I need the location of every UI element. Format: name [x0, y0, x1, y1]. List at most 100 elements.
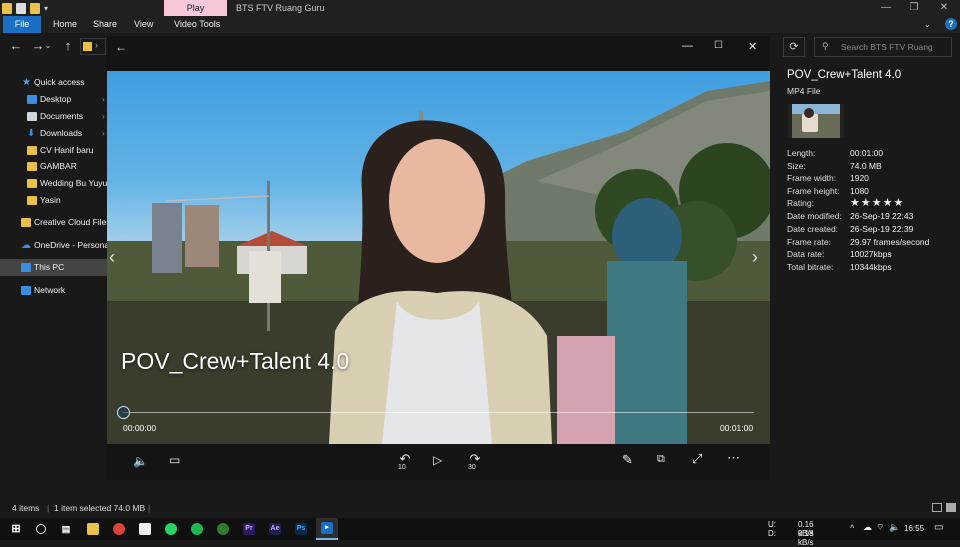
folder-icon	[27, 146, 37, 155]
sidebar-item-quick-access[interactable]: ★ Quick access	[0, 74, 107, 91]
video-overlay-title: POV_Crew+Talent 4.0	[121, 348, 350, 374]
details-file-type: MP4 File	[787, 86, 821, 96]
pc-icon	[21, 263, 31, 272]
explorer-window-title: BTS FTV Ruang Guru	[236, 3, 325, 13]
tab-video-tools[interactable]: Video Tools	[164, 16, 230, 33]
detail-row-frame-width: Frame width: 1920	[787, 173, 869, 183]
detail-row-rating[interactable]: Rating: ★★★★★	[787, 197, 957, 210]
show-hidden-icons-icon[interactable]: ^	[850, 523, 854, 533]
sidebar-item-onedrive[interactable]: ☁ OneDrive - Personal	[0, 237, 107, 254]
skip-forward-seconds: 30	[468, 464, 476, 471]
after-effects-icon[interactable]: Ae	[264, 518, 286, 540]
whatsapp-icon[interactable]	[160, 518, 182, 540]
sidebar-item-yasin[interactable]: Yasin	[0, 192, 107, 209]
breadcrumb-chevron-icon: ›	[95, 40, 98, 50]
photoshop-icon[interactable]: Ps	[290, 518, 312, 540]
player-close-icon[interactable]: ✕	[748, 40, 757, 53]
status-bar: 4 items | 1 item selected 74.0 MB |	[0, 498, 960, 518]
properties-icon[interactable]	[16, 2, 26, 14]
expand-ribbon-icon[interactable]: ⌄	[924, 20, 931, 29]
sidebar-item-gambar[interactable]: GAMBAR	[0, 158, 107, 175]
detail-row-frame-rate: Frame rate: 29.97 frames/second	[787, 237, 930, 247]
wifi-icon[interactable]: ⌔	[876, 522, 884, 533]
player-controls: 🔈 ▭ ↶ 10 ▷ ↷ 30 ✎ ⧉ ⤢ ⋯	[107, 444, 770, 480]
detail-row-length: Length: 00:01:00	[787, 148, 884, 158]
player-minimize-icon[interactable]: —	[682, 40, 693, 52]
up-arrow-icon[interactable]: ↑	[60, 37, 76, 55]
store-icon[interactable]	[134, 518, 156, 540]
qat-dropdown-icon[interactable]: ▾	[44, 4, 48, 13]
player-back-icon[interactable]: ←	[115, 40, 127, 54]
close-icon[interactable]: ✕	[930, 0, 958, 16]
sidebar-item-cv-hanif-baru[interactable]: CV Hanif baru	[0, 142, 107, 159]
video-player-window: ← — ☐ ✕ ‹ › POV_Crew+Talent 4.0 00:00:00…	[107, 36, 770, 480]
recent-locations-icon[interactable]: ⌄	[44, 37, 52, 55]
sidebar-item-downloads[interactable]: ⬇ Downloads ›	[0, 125, 107, 142]
mini-view-icon[interactable]: ⧉	[657, 453, 665, 466]
premiere-pro-icon[interactable]: Pr	[238, 518, 260, 540]
details-view-icon[interactable]	[932, 503, 942, 512]
creative-cloud-icon	[21, 218, 31, 227]
refresh-button[interactable]: ⟳	[783, 37, 805, 57]
next-arrow-icon[interactable]: ›	[752, 247, 758, 268]
status-divider: |	[148, 503, 151, 513]
clock-time[interactable]: 16:55	[904, 524, 924, 533]
cloud-sync-icon[interactable]: ☁	[863, 522, 872, 533]
detail-row-data-rate: Data rate: 10027kbps	[787, 249, 892, 259]
tab-view[interactable]: View	[124, 16, 163, 33]
spotify-icon[interactable]	[186, 518, 208, 540]
back-arrow-icon[interactable]: ←	[8, 37, 24, 55]
details-file-name: POV_Crew+Talent 4.0	[787, 69, 902, 81]
status-item-count: 4 items	[12, 503, 40, 513]
restore-icon[interactable]: ❐	[900, 0, 928, 16]
folder-icon	[27, 179, 37, 188]
desktop-icon	[27, 95, 37, 104]
video-thumbnail	[788, 104, 844, 138]
play-icon[interactable]: ▷	[433, 453, 442, 467]
play-contextual-tab[interactable]: Play	[164, 0, 227, 16]
chrome-icon[interactable]	[108, 518, 130, 540]
video-scene	[107, 81, 770, 444]
large-icons-view-icon[interactable]	[946, 503, 956, 512]
tab-share[interactable]: Share	[83, 16, 127, 33]
time-total: 00:01:00	[720, 423, 754, 433]
search-input[interactable]: Search BTS FTV Ruang Guru	[814, 37, 952, 70]
sidebar-item-documents[interactable]: Documents ›	[0, 108, 107, 125]
video-frame[interactable]: ‹ › POV_Crew+Talent 4.0 00:00:00 00:01:0…	[107, 71, 770, 444]
sidebar-item-wedding-bu-yuyu[interactable]: Wedding Bu Yuyu	[0, 175, 107, 192]
movies-tv-icon[interactable]: ▸	[316, 518, 338, 540]
file-explorer-icon[interactable]	[82, 518, 104, 540]
tab-file[interactable]: File	[3, 16, 41, 33]
new-folder-icon[interactable]	[30, 2, 40, 14]
edit-pencil-icon[interactable]: ✎	[622, 452, 633, 468]
sidebar-item-this-pc[interactable]: This PC	[0, 259, 107, 276]
action-center-icon[interactable]: ▭	[934, 522, 943, 533]
folder-icon[interactable]	[2, 2, 12, 14]
pin-icon: ›	[102, 95, 105, 104]
sidebar-item-network[interactable]: Network	[0, 282, 107, 299]
sidebar-item-desktop[interactable]: Desktop ›	[0, 91, 107, 108]
player-maximize-icon[interactable]: ☐	[714, 40, 723, 51]
seek-thumb[interactable]	[117, 406, 130, 419]
cortana-icon[interactable]	[30, 518, 52, 540]
task-view-icon[interactable]: ▤	[55, 518, 77, 540]
windows-start-icon[interactable]: ⊞	[5, 518, 27, 540]
help-button[interactable]: ?	[945, 18, 957, 30]
more-options-icon[interactable]: ⋯	[727, 450, 740, 466]
detail-row-total-bitrate: Total bitrate: 10344kbps	[787, 262, 892, 272]
detail-row-date-modified: Date modified: 26-Sep-19 22:43	[787, 211, 914, 221]
volume-icon[interactable]: 🔈	[133, 454, 148, 468]
net-download-label: D:	[768, 529, 776, 538]
speaker-icon[interactable]: 🔈	[889, 522, 900, 533]
vlc-icon[interactable]	[212, 518, 234, 540]
sidebar-item-creative-cloud-files[interactable]: Creative Cloud Files	[0, 214, 107, 231]
previous-arrow-icon[interactable]: ‹	[109, 247, 115, 268]
subtitles-icon[interactable]: ▭	[169, 453, 180, 467]
net-download-speed: 0.18 kB/s	[798, 529, 814, 547]
star-icon: ★	[22, 77, 31, 88]
fullscreen-icon[interactable]: ⤢	[692, 451, 702, 467]
address-bar[interactable]: ›	[80, 38, 106, 55]
seek-bar[interactable]	[123, 412, 754, 413]
tab-home[interactable]: Home	[43, 16, 87, 33]
minimize-icon[interactable]: —	[872, 0, 900, 16]
